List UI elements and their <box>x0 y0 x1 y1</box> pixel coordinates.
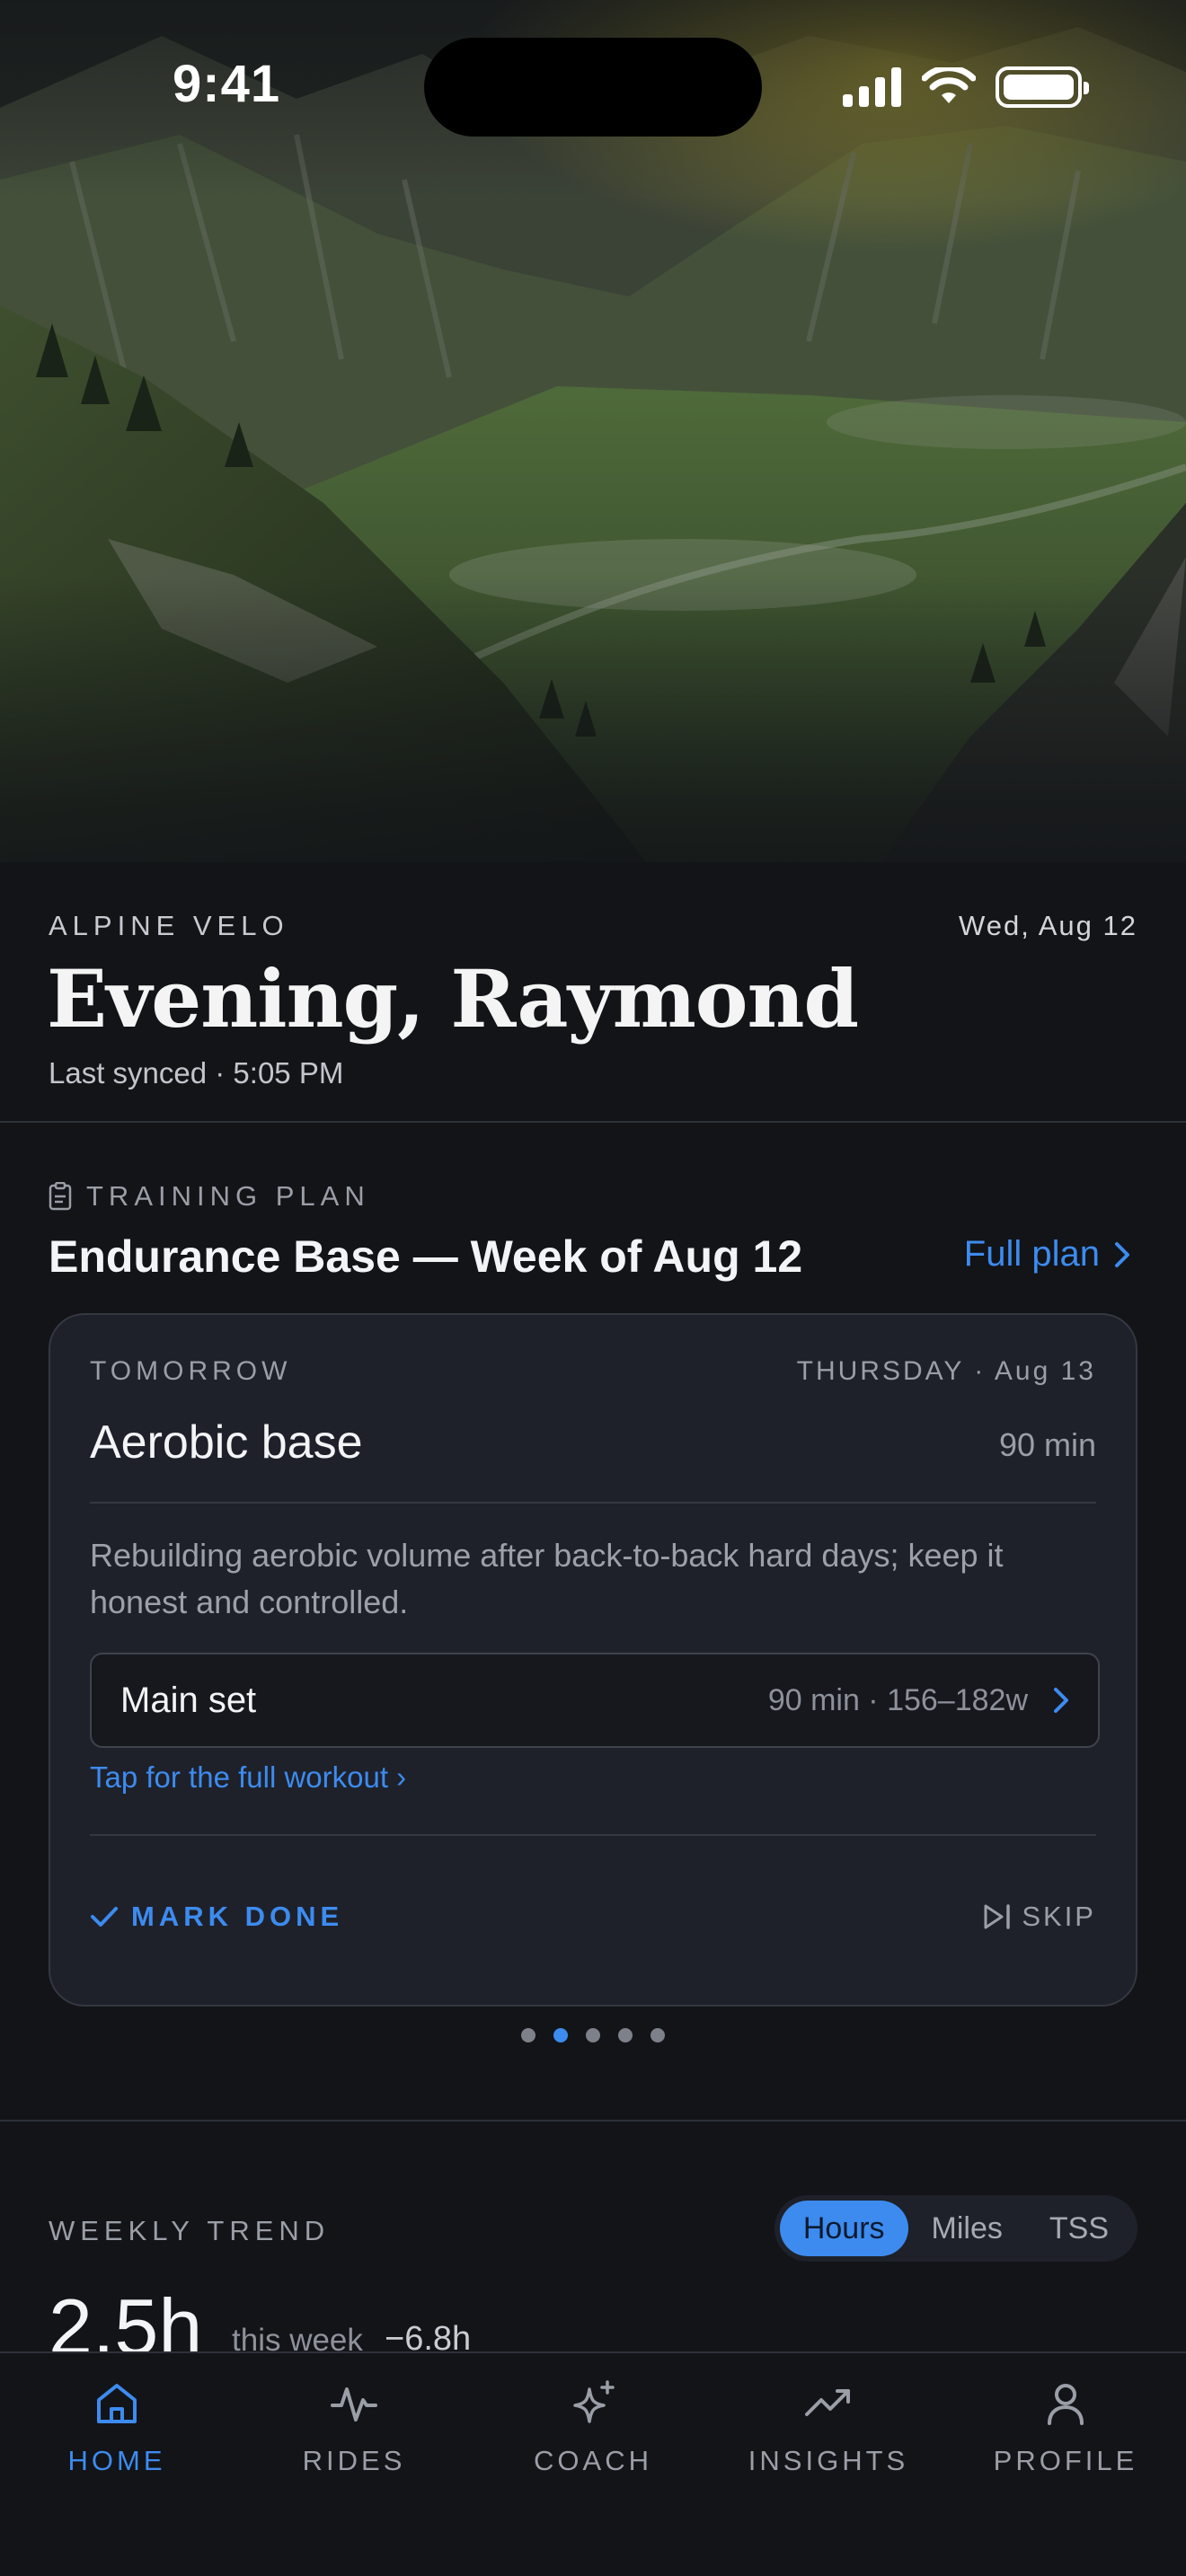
status-icons <box>843 65 1089 110</box>
tab-insights[interactable]: INSIGHTS <box>721 2378 936 2477</box>
segment-miles[interactable]: Miles <box>908 2201 1026 2256</box>
segment-hours[interactable]: Hours <box>779 2201 908 2256</box>
main-set-row[interactable]: Main set 90 min · 156–182w <box>90 1653 1100 1748</box>
tab-label: PROFILE <box>993 2445 1138 2476</box>
pager-dot[interactable] <box>521 2028 535 2042</box>
bottom-tab-bar: HOME RIDES COACH INSIGHTS PROFILE <box>0 2351 1186 2576</box>
tab-label: RIDES <box>302 2445 406 2476</box>
cellular-signal-icon <box>843 67 901 107</box>
home-icon <box>97 2384 137 2423</box>
checkmark-icon <box>91 1907 118 1927</box>
brand-name: ALPINE VELO <box>49 910 289 941</box>
card-divider <box>90 1834 1096 1836</box>
workout-name: Aerobic base <box>90 1416 363 1469</box>
trend-metric-segmented-control: Hours Miles TSS <box>774 2195 1137 2262</box>
pager-dot[interactable] <box>618 2028 633 2042</box>
training-plan-label: TRAINING PLAN <box>49 1180 370 1213</box>
wifi-icon <box>922 67 976 103</box>
card-pager <box>0 2028 1186 2042</box>
tab-home[interactable]: HOME <box>9 2378 225 2477</box>
full-workout-link[interactable]: Tap for the full workout › <box>90 1760 406 1795</box>
workout-day: THURSDAY · Aug 13 <box>796 1356 1096 1386</box>
pager-dot[interactable] <box>651 2028 665 2042</box>
tab-coach[interactable]: COACH <box>485 2378 701 2477</box>
tab-label: INSIGHTS <box>748 2445 909 2476</box>
pager-dot[interactable] <box>586 2028 600 2042</box>
tab-label: COACH <box>534 2445 652 2476</box>
hero-banner: 9:41 ALPINE VELO Wed, Aug 12 Evening, Ra… <box>0 0 1186 1121</box>
workout-description: Rebuilding aerobic volume after back-to-… <box>90 1537 1004 1620</box>
last-synced-text: Last synced · 5:05 PM <box>49 1056 344 1090</box>
dynamic-island <box>424 38 762 137</box>
weekly-trend-label: WEEKLY TREND <box>49 2215 331 2246</box>
tab-profile[interactable]: PROFILE <box>958 2378 1173 2477</box>
segment-tss[interactable]: TSS <box>1026 2201 1132 2256</box>
activity-pulse-icon <box>331 2387 377 2422</box>
current-date: Wed, Aug 12 <box>959 910 1137 941</box>
full-plan-label: Full plan <box>963 1234 1100 1274</box>
trending-up-icon <box>805 2389 850 2416</box>
tab-label: HOME <box>67 2445 166 2476</box>
user-icon <box>1048 2384 1084 2425</box>
mark-done-label: MARK DONE <box>131 1901 344 1932</box>
skip-label: SKIP <box>1022 1901 1096 1932</box>
clipboard-icon <box>49 1182 72 1211</box>
workout-when: TOMORROW <box>90 1356 292 1386</box>
tab-rides[interactable]: RIDES <box>246 2378 462 2477</box>
skip-button[interactable]: SKIP <box>982 1901 1096 1933</box>
greeting-title: Evening, Raymond <box>47 952 859 1045</box>
plan-title: Endurance Base — Week of Aug 12 <box>49 1231 803 1282</box>
main-set-meta: 90 min · 156–182w <box>767 1682 1028 1717</box>
status-bar: 9:41 <box>0 0 1186 171</box>
card-divider <box>90 1502 1096 1504</box>
skip-forward-icon <box>984 1904 1011 1929</box>
section-divider <box>0 1121 1186 1123</box>
chevron-right-icon <box>1054 1688 1068 1713</box>
workout-duration: 90 min <box>998 1426 1096 1463</box>
training-plan-label-text: TRAINING PLAN <box>86 1180 370 1212</box>
workout-card[interactable]: TOMORROW THURSDAY · Aug 13 Aerobic base … <box>49 1313 1137 2007</box>
full-plan-link[interactable]: Full plan <box>964 1234 1130 1275</box>
section-divider <box>0 2120 1186 2122</box>
pager-dot-active[interactable] <box>553 2028 568 2042</box>
sparkles-icon <box>573 2380 615 2423</box>
mark-done-button[interactable]: MARK DONE <box>90 1901 343 1933</box>
chevron-right-icon <box>1115 1241 1129 1267</box>
battery-icon <box>996 66 1089 108</box>
main-set-label: Main set <box>120 1680 257 1720</box>
status-time: 9:41 <box>173 55 281 113</box>
